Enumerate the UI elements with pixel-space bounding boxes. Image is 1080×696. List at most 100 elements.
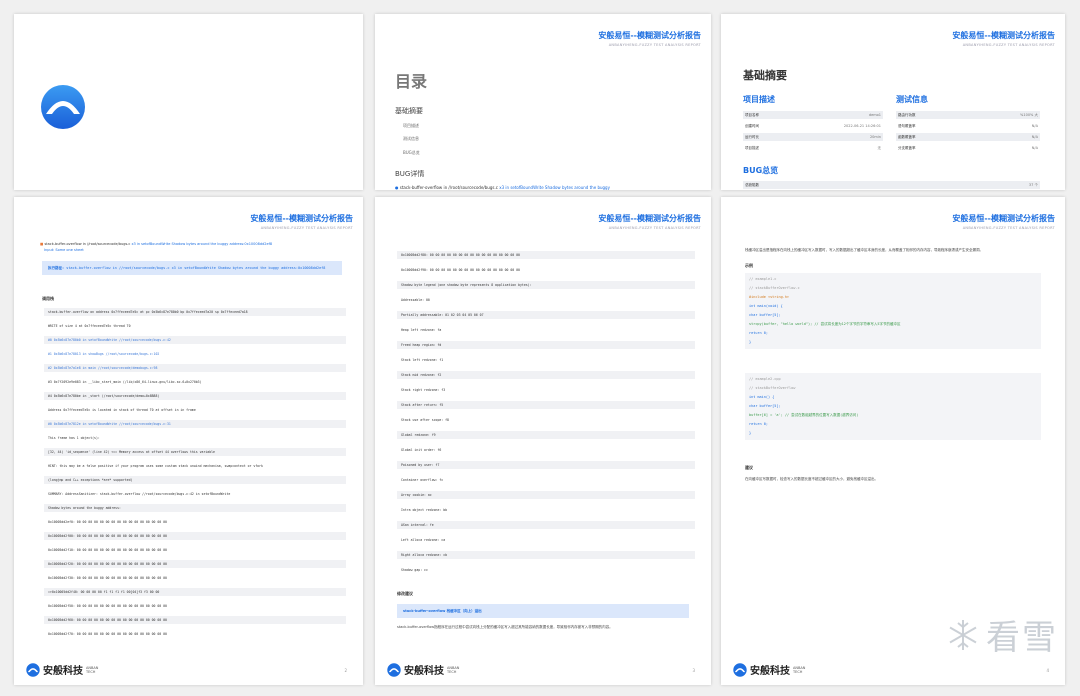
example-title: 示例 (745, 263, 753, 268)
shadow-legend-line: Shadow byte legend (one shadow byte repr… (397, 281, 695, 289)
page-cover (14, 14, 363, 190)
callstack-line: (longjmp and C++ exceptions *are* suppor… (44, 476, 346, 484)
shadow-legend-line: Stack left redzone: f1 (401, 358, 444, 362)
project-row: 项目名称 demo1 (743, 111, 883, 119)
bullet-icon: ● (395, 185, 399, 190)
callstack-line: 0x10005dd2f50: 00 00 00 00 00 00 00 00 0… (48, 604, 167, 608)
callstack-line: [32, 44) 'id_sequence' (line 42) <== Mem… (44, 448, 346, 456)
report-title: 安般易恒--模糊测试分析报告 (598, 214, 701, 223)
callstack-line: 0x10005dd2f20: 00 00 00 00 00 00 00 00 0… (44, 560, 346, 568)
shadow-legend-line: 0x10005dd2f90: 00 00 00 00 00 00 00 00 0… (401, 268, 520, 272)
code-line: return 0; (749, 331, 768, 335)
toc-item-test[interactable]: 测试信息 (403, 136, 419, 142)
fix-section-title: 修改建议 (397, 591, 413, 596)
callstack-line: 0x10005dd2f30: 00 00 00 00 00 00 00 00 0… (48, 576, 167, 580)
test-section-title: 测试信息 (896, 95, 928, 104)
report-title: 安般易恒--模糊测试分析报告 (598, 31, 701, 40)
toc-item-bugs[interactable]: BUG总览 (403, 150, 420, 156)
callstack-line: HINT: this may be a false positive if yo… (48, 464, 263, 468)
toc-item-basic[interactable]: 基础摘要 (395, 106, 423, 116)
project-row: 运行时长 20min (743, 133, 883, 141)
test-row: 路由行功数 %100% 大 (896, 111, 1040, 119)
callstack-line: 0x10005dd2f60: 00 00 00 00 00 00 00 00 0… (44, 616, 346, 624)
callstack-line: 0x10005dd2f00: 00 00 00 00 00 00 00 00 0… (44, 532, 346, 540)
code-line: #include <string.h> (749, 295, 790, 299)
code-line: // stackBufferOverflow.c (749, 286, 800, 290)
anban-logo-icon (733, 662, 747, 677)
report-subtitle: ANBANYIHENG-FUZZY TEST ANALYSIS REPORT (608, 43, 701, 47)
footer-logo: 安般科技 ANBAN TECH (26, 662, 102, 677)
shadow-legend-line: Intra object redzone: bb (401, 508, 448, 512)
callstack-line: Address 0x7ffeceed7e5c is located in sta… (48, 408, 196, 412)
toc-item-project[interactable]: 项目描述 (403, 123, 419, 129)
report-subtitle: ANBANYIHENG-FUZZY TEST ANALYSIS REPORT (608, 226, 701, 230)
callstack-line: stack-buffer-overflow on address 0x7ffec… (44, 308, 346, 316)
report-header: 安般易恒--模糊测试分析报告 ANBANYIHENG-FUZZY TEST AN… (598, 30, 701, 47)
code-line: int main() { (749, 395, 775, 399)
code-line: strcpy(buffer, "hello world"); // 尝试将长度为… (749, 322, 901, 326)
fix-highlight: stack-buffer-overflow 栈缓冲区（向上）溢出 (397, 604, 689, 618)
shadow-legend-line: Global init order: f6 (401, 448, 442, 452)
report-title: 安般易恒--模糊测试分析报告 (952, 214, 1055, 223)
callstack-block: stack-buffer-overflow on address 0x7ffec… (42, 308, 346, 648)
code-line: char buffer[5]; (749, 313, 781, 317)
shadow-legend-line: Poisoned by user: f7 (397, 461, 695, 469)
page-bug-detail-2: 安般易恒--模糊测试分析报告 ANBANYIHENG-FUZZY TEST AN… (375, 197, 711, 685)
shadow-legend-line: Global redzone: f9 (397, 431, 695, 439)
callstack-line: #0 0x5b6c87e7812e in setofBoundWrite //r… (44, 420, 346, 428)
bug-flag-icon: ■ (40, 242, 44, 246)
report-subtitle: ANBANYIHENG-FUZZY TEST ANALYSIS REPORT (962, 226, 1055, 230)
execution-path-highlight: 执行路径: stack-buffer-overflow in //root/so… (42, 261, 342, 275)
page-bug-detail-1: 安般易恒--模糊测试分析报告 ANBANYIHENG-FUZZY TEST AN… (14, 197, 363, 685)
shadow-legend-line: Stack right redzone: f3 (401, 388, 446, 392)
kanxue-watermark: 看雪 (946, 610, 1058, 659)
callstack-line: #0 0x5b6c87e780b0 in setofBoundWrite //r… (44, 336, 346, 344)
project-row: 项目描述无 (745, 145, 881, 150)
bug-line[interactable]: ■ stack-buffer-overflow in //root/source… (40, 242, 272, 246)
code-line: int main(void) { (749, 304, 783, 308)
fix-text: stack-buffer-overflow指程序在运行过程中尝试向栈上分配的缓冲… (397, 625, 613, 629)
report-subtitle: ANBANYIHENG-FUZZY TEST ANALYSIS REPORT (962, 43, 1055, 47)
anban-logo-icon (41, 85, 85, 129)
shadow-legend-line: Stack mid redzone: f2 (397, 371, 695, 379)
snowflake-icon (949, 619, 977, 650)
code-line: buffer[6] = 'a'; // 尝试在数组越界的位置写入数据(越界访问) (749, 413, 859, 417)
code-line: // example1.c (749, 277, 777, 281)
footer-logo: 安般科技 ANBAN TECH (733, 662, 809, 677)
shadow-legend-line: Array cookie: ac (397, 491, 695, 499)
callstack-section-title: 调用栈 (42, 296, 54, 301)
test-row: 分支覆盖率 N/A (898, 145, 1038, 151)
callstack-line: #1 0x5b6c87e78013 in showBugs //root/sou… (48, 352, 160, 356)
code-block-2: // example2.cpp // stackBufferOverflow int… (745, 373, 1041, 440)
callstack-line: #3 0x7f2092e9e083 in __libc_start_main (… (48, 380, 202, 384)
shadow-legend-line: Right alloca redzone: cb (397, 551, 695, 559)
callstack-line: This frame has 1 object(s): (48, 436, 100, 440)
project-row: 创建时间 2022-06-21 14:26:01 (745, 123, 881, 129)
toc-title: 目录 (395, 72, 428, 91)
toc-item-bug-details[interactable]: BUG详情 (395, 169, 424, 179)
shadow-legend-line: Stack use after scope: f8 (401, 418, 449, 422)
page-number: 2 (344, 668, 347, 673)
callstack-line: 0x10005dd2f10: 00 00 00 00 00 00 00 00 0… (48, 548, 167, 552)
shadow-legend-line: 0x10005dd2f80: 00 00 00 00 00 00 00 00 0… (397, 251, 695, 259)
bug-input-line: Input: Some one sheet (44, 248, 84, 252)
callstack-line: #2 0x5b6c87e7a1e8 in main //root/sourcec… (44, 364, 346, 372)
intro-text: 栈缓冲区溢出是指程序在向栈上的缓冲区写入数据时，写入的数据超出了缓冲区本身的长度… (745, 248, 983, 252)
shadow-legend-line: ASan internal: fe (397, 521, 695, 529)
callstack-line: 0x10005dd2f70: 00 00 00 00 00 00 00 00 0… (48, 632, 167, 636)
footer-logo: 安般科技 ANBAN TECH (387, 662, 463, 677)
code-line: // example2.cpp (749, 377, 781, 381)
toc-bug-entry[interactable]: ● stack-buffer-overflow in //root/source… (395, 185, 610, 190)
report-subtitle: ANBANYIHENG-FUZZY TEST ANALYSIS REPORT (260, 226, 353, 230)
code-line: // stackBufferOverflow (749, 386, 796, 390)
callstack-line: =>0x10005dd2f40: 00 00 00 00 f1 f1 f1 f1… (44, 588, 346, 596)
callstack-line: Shadow bytes around the buggy address: (44, 504, 346, 512)
test-row: 函数覆盖率 N/A (896, 133, 1040, 141)
shadow-legend-line: Left alloca redzone: ca (401, 538, 446, 542)
code-line: char buffer[5]; (749, 404, 781, 408)
callstack-line: SUMMARY: AddressSanitizer: stack-buffer-… (48, 492, 231, 496)
code-block-1: // example1.c // stackBufferOverflow.c #in… (745, 273, 1041, 349)
code-line: } (749, 431, 752, 435)
page-summary: 安般易恒--模糊测试分析报告 ANBANYIHENG-FUZZY TEST AN… (721, 14, 1065, 190)
shadow-legend-line: Stack after return: f5 (397, 401, 695, 409)
